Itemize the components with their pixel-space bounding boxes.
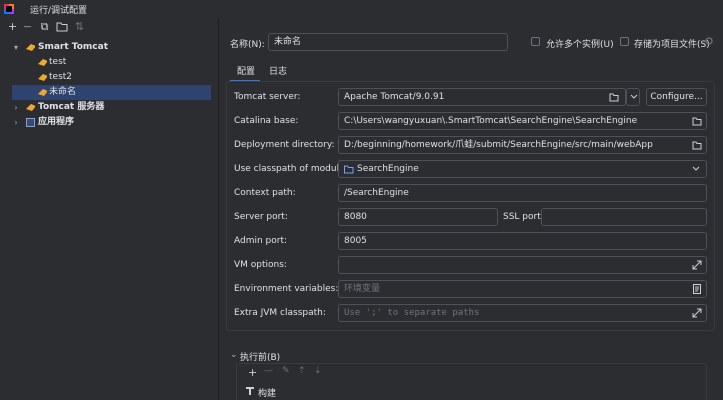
admin-port-label: Admin port:: [234, 236, 288, 246]
application-icon: [26, 118, 35, 127]
add-task-icon[interactable]: +: [248, 366, 257, 379]
tomcat-icon: [38, 89, 47, 96]
ssl-port-label: SSL port:: [503, 212, 544, 222]
tree-item-label: test2: [49, 72, 73, 82]
deployment-directory-field[interactable]: D:/beginning/homework/爪蛙/submit/SearchEn…: [338, 136, 707, 154]
tree-item-label: Tomcat 服务器: [38, 102, 105, 112]
move-down-icon[interactable]: ⇣: [314, 366, 322, 376]
tab-logs[interactable]: 日志: [269, 64, 287, 80]
before-launch-panel: [236, 363, 707, 400]
folder-icon[interactable]: [692, 140, 702, 150]
tree-item-smart-tomcat[interactable]: ▾ Smart Tomcat: [0, 40, 212, 55]
tomcat-icon: [38, 74, 47, 81]
catalina-base-field[interactable]: C:\Users\wangyuxuan\.SmartTomcat\SearchE…: [338, 112, 707, 130]
tree-item-label: 未命名: [49, 87, 77, 97]
name-label: 名称(N):: [230, 40, 265, 50]
chevron-down-icon: [630, 94, 638, 99]
remove-task-icon[interactable]: —: [264, 366, 273, 376]
config-tree: ▾ Smart Tomcat test test2 未命名 › Tomcat 服…: [0, 36, 218, 400]
chevron-down-icon: [692, 166, 700, 171]
tomcat-icon: [38, 59, 47, 66]
tomcat-server-value: Apache Tomcat/9.0.91: [344, 92, 445, 102]
app-logo-icon: [3, 3, 15, 15]
classpath-module-value: SearchEngine: [357, 164, 419, 174]
chevron-down-icon[interactable]: ⌄: [230, 350, 238, 360]
tomcat-server-dropdown[interactable]: [626, 88, 640, 106]
env-vars-field[interactable]: 环境变量: [338, 280, 707, 298]
move-up-icon[interactable]: ⇡: [298, 366, 306, 376]
expand-icon[interactable]: [692, 308, 702, 318]
config-list-toolbar: + — ⧉ ⇅: [0, 18, 218, 36]
ssl-port-field[interactable]: [541, 208, 707, 226]
document-icon[interactable]: [692, 284, 702, 294]
gear-icon[interactable]: [704, 36, 714, 46]
chevron-down-icon[interactable]: ▾: [12, 40, 20, 55]
tree-item-unnamed[interactable]: 未命名: [12, 85, 211, 100]
tree-item-label: Smart Tomcat: [38, 42, 109, 52]
extra-classpath-label: Extra JVM classpath:: [234, 308, 326, 318]
module-folder-icon: [344, 165, 354, 174]
tomcat-icon: [26, 104, 35, 111]
expand-icon[interactable]: [692, 260, 702, 270]
server-port-field[interactable]: 8080: [338, 208, 498, 226]
tree-item-application[interactable]: › 应用程序: [0, 115, 212, 130]
copy-config-button[interactable]: ⧉: [38, 20, 51, 33]
extra-classpath-placeholder: Use ';' to separate paths: [344, 308, 480, 318]
edit-task-icon[interactable]: ✎: [282, 366, 290, 376]
folder-icon[interactable]: [56, 21, 69, 34]
env-vars-placeholder: 环境变量: [344, 284, 381, 294]
splitter[interactable]: [218, 18, 219, 400]
store-project-file-label: 存储为项目文件(S): [634, 40, 710, 50]
catalina-base-label: Catalina base:: [234, 116, 299, 126]
remove-config-button[interactable]: —: [21, 20, 34, 33]
catalina-base-value: C:\Users\wangyuxuan\.SmartTomcat\SearchE…: [344, 116, 638, 126]
tree-item-label: test: [49, 57, 67, 67]
classpath-module-label: Use classpath of module:: [234, 164, 348, 174]
allow-parallel-checkbox[interactable]: [531, 37, 540, 46]
title-bar: 运行/调试配置: [0, 0, 723, 18]
add-config-button[interactable]: +: [6, 20, 19, 33]
tomcat-icon: [26, 44, 35, 51]
context-path-field[interactable]: /SearchEngine: [338, 184, 707, 202]
context-path-label: Context path:: [234, 188, 296, 198]
folder-icon[interactable]: [692, 116, 702, 126]
admin-port-field[interactable]: 8005: [338, 232, 707, 250]
scrollbar[interactable]: [715, 40, 719, 360]
configure-button[interactable]: Configure...: [646, 88, 707, 106]
tree-item-label: 应用程序: [38, 117, 75, 127]
before-launch-title[interactable]: 执行前(B): [240, 350, 280, 363]
tab-configuration[interactable]: 配置: [237, 64, 255, 80]
tree-item-test[interactable]: test: [0, 55, 212, 70]
vm-options-field[interactable]: [338, 256, 707, 274]
chevron-right-icon[interactable]: ›: [12, 115, 20, 130]
folder-icon[interactable]: [609, 92, 619, 102]
store-project-file-checkbox[interactable]: [620, 37, 629, 46]
window-title: 运行/调试配置: [30, 6, 88, 16]
deployment-directory-label: Deployment directory:: [234, 140, 335, 150]
tomcat-server-select[interactable]: Apache Tomcat/9.0.91: [338, 88, 626, 106]
sort-icon[interactable]: ⇅: [73, 20, 86, 33]
server-port-label: Server port:: [234, 212, 288, 222]
name-field[interactable]: 未命名: [268, 33, 508, 51]
deployment-directory-value: D:/beginning/homework/爪蛙/submit/SearchEn…: [344, 140, 653, 150]
tree-item-tomcat-server[interactable]: › Tomcat 服务器: [0, 100, 212, 115]
build-task[interactable]: 构建: [258, 386, 276, 399]
tree-item-test2[interactable]: test2: [0, 70, 212, 85]
allow-parallel-label: 允许多个实例(U): [546, 40, 614, 50]
tomcat-server-label: Tomcat server:: [234, 92, 301, 102]
build-icon: [246, 387, 254, 395]
chevron-right-icon[interactable]: ›: [12, 100, 20, 115]
classpath-module-select[interactable]: SearchEngine: [338, 160, 707, 178]
vm-options-label: VM options:: [234, 260, 287, 270]
extra-classpath-field[interactable]: Use ';' to separate paths: [338, 304, 707, 322]
env-vars-label: Environment variables:: [234, 284, 339, 294]
